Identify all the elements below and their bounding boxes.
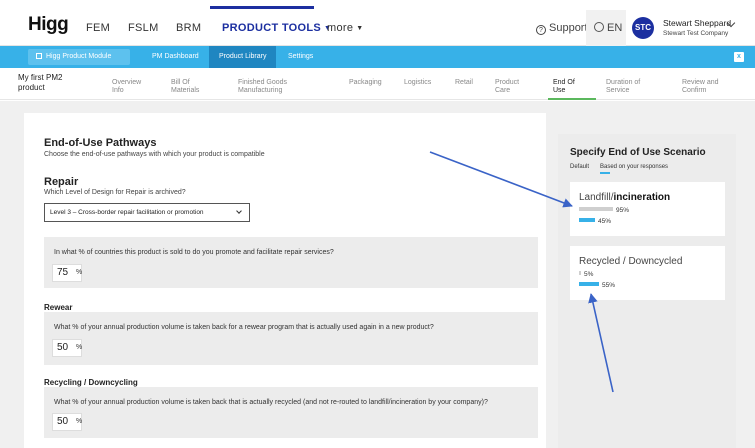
percent-unit: % bbox=[76, 269, 83, 276]
tab-product-library[interactable]: Product Library bbox=[209, 46, 277, 68]
user-company: Stewart Test Company bbox=[663, 30, 729, 37]
support-link[interactable]: ? Support bbox=[536, 22, 588, 35]
default-value: 95% bbox=[616, 207, 630, 214]
rewear-heading: Rewear bbox=[44, 303, 73, 312]
step-packaging[interactable]: Packaging bbox=[349, 79, 382, 87]
avatar[interactable]: STC bbox=[632, 17, 654, 39]
default-bar-row: 95% bbox=[579, 207, 629, 214]
default-bar bbox=[579, 271, 581, 275]
nav-more[interactable]: more ▼ bbox=[327, 22, 364, 34]
scenario-card-landfill: Landfill/incineration 95% 45% bbox=[570, 182, 725, 236]
language-selector[interactable]: EN bbox=[594, 22, 622, 34]
nav-product-tools-label: PRODUCT TOOLS bbox=[222, 22, 322, 34]
globe-icon bbox=[594, 22, 604, 32]
response-bar bbox=[579, 282, 599, 286]
caret-down-icon: ▼ bbox=[356, 24, 364, 32]
response-bar-row: 45% bbox=[579, 218, 611, 225]
module-name: Higg Product Module bbox=[46, 53, 112, 60]
rewear-question: What % of your annual production volume … bbox=[44, 312, 538, 365]
default-bar-row: 5% bbox=[579, 271, 593, 278]
nav-product-tools[interactable]: PRODUCT TOOLS ▼ bbox=[222, 22, 331, 34]
response-value: 45% bbox=[598, 218, 612, 225]
module-icon bbox=[36, 53, 42, 59]
step-logistics[interactable]: Logistics bbox=[404, 79, 431, 87]
percent-unit: % bbox=[76, 344, 83, 351]
step-overview-info[interactable]: Overview Info bbox=[112, 79, 152, 95]
scenario-title-prefix: Landfill/ bbox=[579, 192, 614, 203]
nav-more-label: more bbox=[327, 22, 354, 34]
higg-logo[interactable]: Higg bbox=[28, 14, 69, 36]
page-subtitle: Choose the end-of-use pathways with whic… bbox=[44, 151, 265, 158]
repair-level-value: Level 3 – Cross-border repair facilitati… bbox=[50, 209, 204, 216]
step-duration-of-service[interactable]: Duration of Service bbox=[606, 79, 656, 95]
step-retail[interactable]: Retail bbox=[455, 79, 473, 87]
repair-question: Which Level of Design for Repair is arch… bbox=[44, 189, 186, 196]
nav-fem[interactable]: FEM bbox=[86, 22, 110, 34]
default-bar bbox=[579, 207, 613, 211]
recycling-question: What % of your annual production volume … bbox=[44, 387, 538, 438]
tab-based-on-responses[interactable]: Based on your responses bbox=[600, 164, 668, 170]
step-end-of-use[interactable]: End Of Use bbox=[553, 79, 583, 95]
module-bar: Higg Product Module PM Dashboard Product… bbox=[0, 46, 755, 68]
tab-pm-dashboard[interactable]: PM Dashboard bbox=[142, 46, 209, 68]
step-navigation: My first PM2 product Overview Info Bill … bbox=[0, 68, 755, 100]
product-name: My first PM2 product bbox=[18, 73, 63, 92]
response-value: 55% bbox=[602, 282, 616, 289]
question-icon: ? bbox=[536, 25, 546, 35]
question-text: What % of your annual production volume … bbox=[54, 324, 434, 331]
nav-active-indicator bbox=[210, 6, 314, 9]
chevron-down-icon bbox=[236, 208, 242, 214]
step-bill-of-materials[interactable]: Bill Of Materials bbox=[171, 79, 211, 95]
user-name[interactable]: Stewart Sheppard bbox=[663, 18, 731, 28]
repair-services-question: In what % of countries this product is s… bbox=[44, 237, 538, 288]
scenario-title-bold: incineration bbox=[613, 192, 671, 203]
top-navigation: Higg FEM FSLM BRM PRODUCT TOOLS ▼ more ▼ ?… bbox=[0, 0, 755, 46]
question-text: What % of your annual production volume … bbox=[54, 399, 488, 406]
step-review-and-confirm[interactable]: Review and Confirm bbox=[682, 79, 732, 95]
recycling-heading: Recycling / Downcycling bbox=[44, 378, 138, 387]
active-tab-indicator bbox=[600, 172, 610, 174]
scenario-card-title: Recycled / Downcycled bbox=[579, 256, 683, 267]
nav-brm[interactable]: BRM bbox=[176, 22, 201, 34]
nav-fslm[interactable]: FSLM bbox=[128, 22, 159, 34]
repair-heading: Repair bbox=[44, 176, 79, 188]
percent-unit: % bbox=[76, 418, 83, 425]
question-text: In what % of countries this product is s… bbox=[54, 249, 334, 256]
step-product-care[interactable]: Product Care bbox=[495, 79, 525, 95]
scenario-card-title: Landfill/incineration bbox=[579, 192, 670, 203]
response-bar bbox=[579, 218, 595, 222]
scenario-title: Specify End of Use Scenario bbox=[570, 147, 706, 158]
page-title: End-of-Use Pathways bbox=[44, 137, 157, 149]
language-label: EN bbox=[607, 22, 623, 34]
repair-level-select[interactable]: Level 3 – Cross-border repair facilitati… bbox=[44, 203, 250, 222]
module-switcher[interactable]: Higg Product Module bbox=[28, 49, 130, 65]
scenario-card-recycled: Recycled / Downcycled 5% 55% bbox=[570, 246, 725, 300]
tab-settings[interactable]: Settings bbox=[278, 46, 323, 68]
default-value: 5% bbox=[584, 271, 594, 278]
step-finished-goods-manufacturing[interactable]: Finished Goods Manufacturing bbox=[238, 79, 298, 95]
tab-default[interactable]: Default bbox=[570, 164, 589, 170]
support-label: Support bbox=[549, 22, 588, 34]
excel-export-icon[interactable]: x bbox=[734, 52, 744, 62]
active-step-indicator bbox=[548, 98, 596, 100]
response-bar-row: 55% bbox=[579, 282, 615, 289]
